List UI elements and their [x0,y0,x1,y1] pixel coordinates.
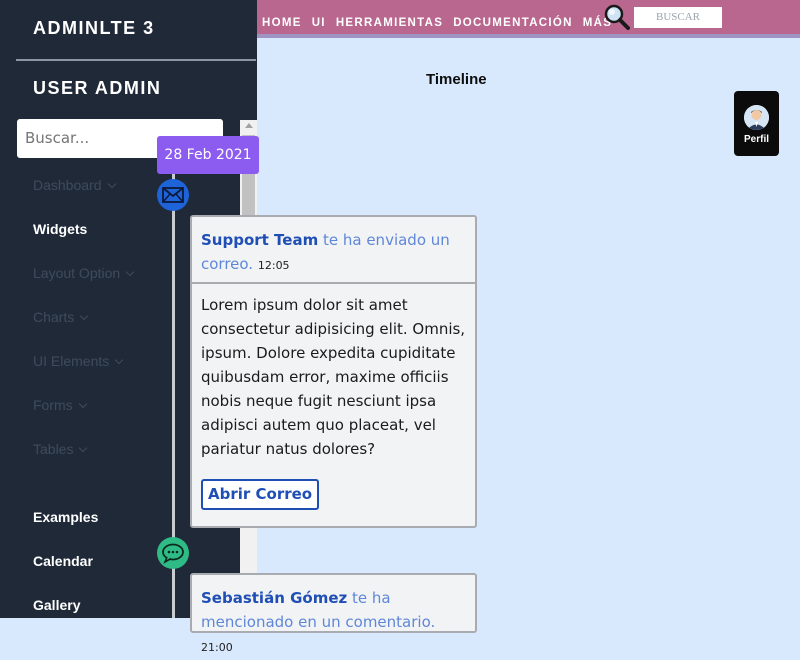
sidebar-item-dashboard[interactable]: Dashboard [33,177,116,193]
sidebar-item-layout-option[interactable]: Layout Option [33,265,135,281]
scroll-up-arrow-icon[interactable] [245,123,253,128]
sidebar-item-tables[interactable]: Tables [33,441,88,457]
chevron-down-icon [79,443,88,453]
user-avatar-icon [744,105,769,130]
user-name[interactable]: USER ADMIN [33,78,161,99]
sidebar-item-ui-elements[interactable]: UI Elements [33,353,124,369]
profile-label: Perfil [743,134,769,145]
sender-link[interactable]: Sebastián Gómez [201,589,347,607]
nav-home[interactable]: HOME [262,17,302,29]
chevron-down-icon [107,179,116,189]
divider [16,59,256,61]
profile-button[interactable]: Perfil [734,91,779,156]
chevron-down-icon [79,311,89,321]
top-navbar: HOME UI HERRAMIENTAS DOCUMENTACIÓN MÁS B… [257,0,800,38]
timestamp: 12:05 [257,259,290,272]
nav-documentacion[interactable]: DOCUMENTACIÓN [453,17,573,29]
sidebar-item-calendar[interactable]: Calendar [33,553,93,569]
timeline-date-badge: 28 Feb 2021 [157,136,259,174]
chevron-down-icon [115,355,124,365]
timeline-item: Sebastián Gómez te ha mencionado en un c… [190,573,477,654]
sender-link[interactable]: Support Team [201,231,318,249]
timeline-item-header: Support Team te ha enviado un correo. 12… [192,217,475,284]
timestamp: 21:00 [201,641,233,654]
sidebar-item-label: Charts [33,309,75,325]
search-button[interactable]: BUSCAR [634,7,722,28]
nav-herramientas[interactable]: HERRAMIENTAS [336,17,443,29]
sidebar-item-label: Widgets [33,221,88,237]
top-nav-links: HOME UI HERRAMIENTAS DOCUMENTACIÓN MÁS [262,17,622,29]
sidebar-item-widgets[interactable]: Widgets [33,221,87,237]
sidebar-item-label: Tables [33,441,74,457]
open-mail-button[interactable]: Abrir Correo [201,479,320,510]
sidebar-item-label: Gallery [33,597,81,613]
sidebar-item-label: Dashboard [33,177,102,193]
sidebar-item-label: Forms [33,397,73,413]
sidebar-item-charts[interactable]: Charts [33,309,89,325]
sidebar-item-label: Examples [33,509,99,525]
timeline-item: Support Team te ha enviado un correo. 12… [190,215,477,528]
nav-ui[interactable]: UI [312,17,326,29]
sidebar-item-label: UI Elements [33,353,110,369]
avatar [744,105,769,130]
envelope-icon [157,179,189,211]
timeline-item-header: Sebastián Gómez te ha mencionado en un c… [192,575,475,654]
chat-bubble-icon [157,537,189,569]
chevron-down-icon [78,399,87,409]
sidebar-item-label: Calendar [33,553,93,569]
page-title: Timeline [426,71,487,88]
timeline-item-body: Lorem ipsum dolor sit amet consectetur a… [201,296,466,458]
search-icon[interactable] [603,3,631,31]
sidebar-item-examples[interactable]: Examples [33,509,98,525]
sidebar-item-forms[interactable]: Forms [33,397,87,413]
sidebar-item-gallery[interactable]: Gallery [33,597,80,613]
sidebar-item-label: Layout Option [33,265,121,281]
chevron-down-icon [125,267,135,277]
brand-title[interactable]: ADMINLTE 3 [33,18,155,39]
